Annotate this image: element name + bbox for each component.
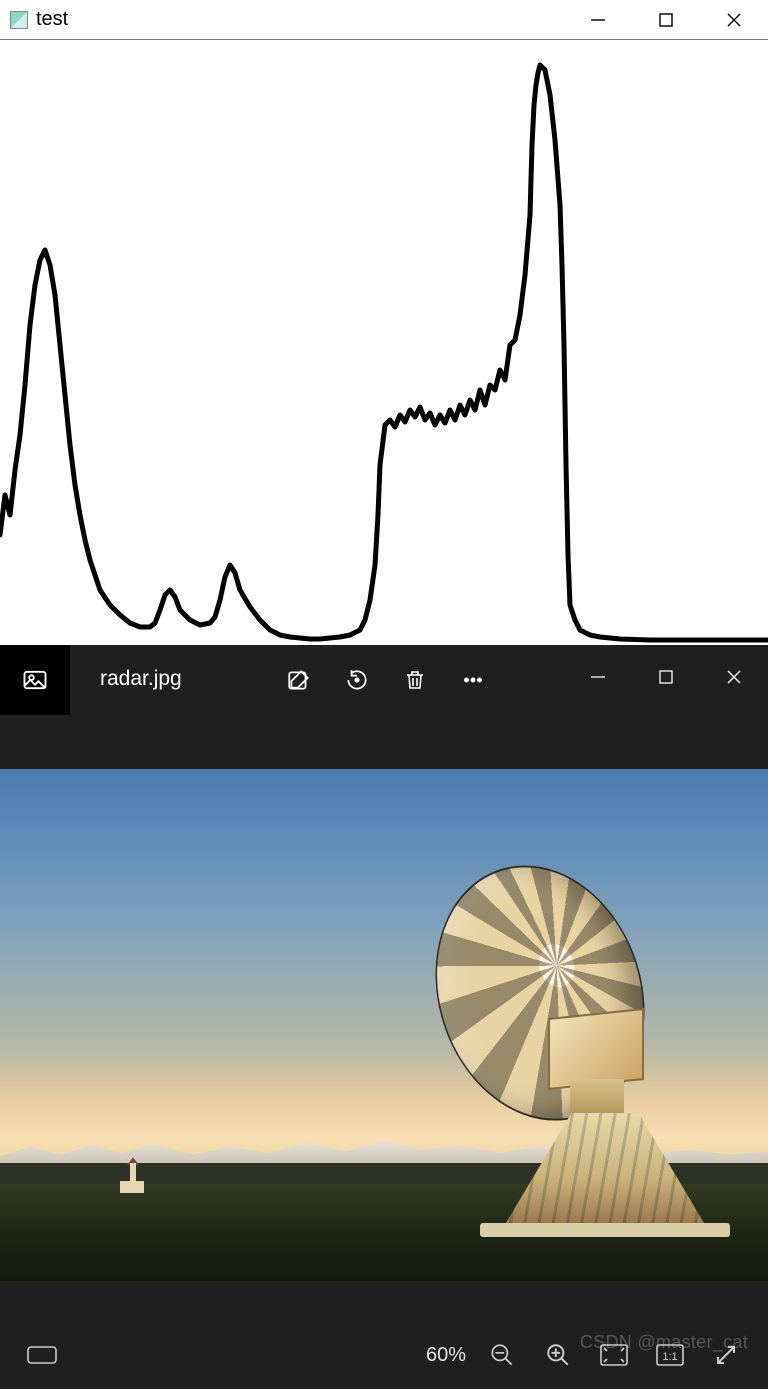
zoom-in-icon — [545, 1342, 571, 1368]
minimize-icon — [590, 669, 606, 685]
histogram-line — [0, 40, 768, 645]
more-icon — [460, 667, 486, 693]
photos-close-button[interactable] — [700, 657, 768, 703]
collection-button[interactable] — [0, 645, 70, 715]
zoom-in-button[interactable] — [530, 1331, 586, 1379]
window-title: test — [36, 8, 68, 31]
minimize-button[interactable] — [564, 0, 632, 40]
edit-icon — [286, 667, 312, 693]
photo-gap — [0, 715, 768, 769]
photos-window: radar.jpg — [0, 645, 768, 1389]
close-button[interactable] — [700, 0, 768, 40]
zoom-out-button[interactable] — [474, 1331, 530, 1379]
histogram-chart — [0, 40, 768, 645]
rotate-button[interactable] — [328, 657, 386, 703]
watermark: CSDN @master_cat — [580, 1332, 748, 1353]
filmstrip-icon — [27, 1344, 57, 1366]
photo-radar-dish — [410, 863, 730, 1223]
minimize-icon — [589, 11, 607, 29]
app-icon — [10, 11, 28, 29]
test-titlebar[interactable]: test — [0, 0, 768, 40]
close-icon — [726, 669, 742, 685]
maximize-button[interactable] — [632, 0, 700, 40]
test-window: test — [0, 0, 768, 645]
more-button[interactable] — [444, 657, 502, 703]
edit-button[interactable] — [270, 657, 328, 703]
zoom-label: 60% — [426, 1344, 466, 1367]
photo-church — [120, 1163, 144, 1199]
photos-maximize-button[interactable] — [632, 657, 700, 703]
maximize-icon — [657, 11, 675, 29]
filename-label: radar.jpg — [100, 667, 182, 691]
filmstrip-button[interactable] — [14, 1331, 70, 1379]
photos-minimize-button[interactable] — [564, 657, 632, 703]
photos-titlebar[interactable]: radar.jpg — [0, 645, 768, 715]
maximize-icon — [658, 669, 674, 685]
close-icon — [725, 11, 743, 29]
photo-icon — [21, 666, 49, 694]
window-controls — [564, 0, 768, 39]
photo-viewport[interactable] — [0, 769, 768, 1281]
rotate-icon — [344, 667, 370, 693]
zoom-out-icon — [489, 1342, 515, 1368]
delete-button[interactable] — [386, 657, 444, 703]
trash-icon — [403, 668, 427, 692]
